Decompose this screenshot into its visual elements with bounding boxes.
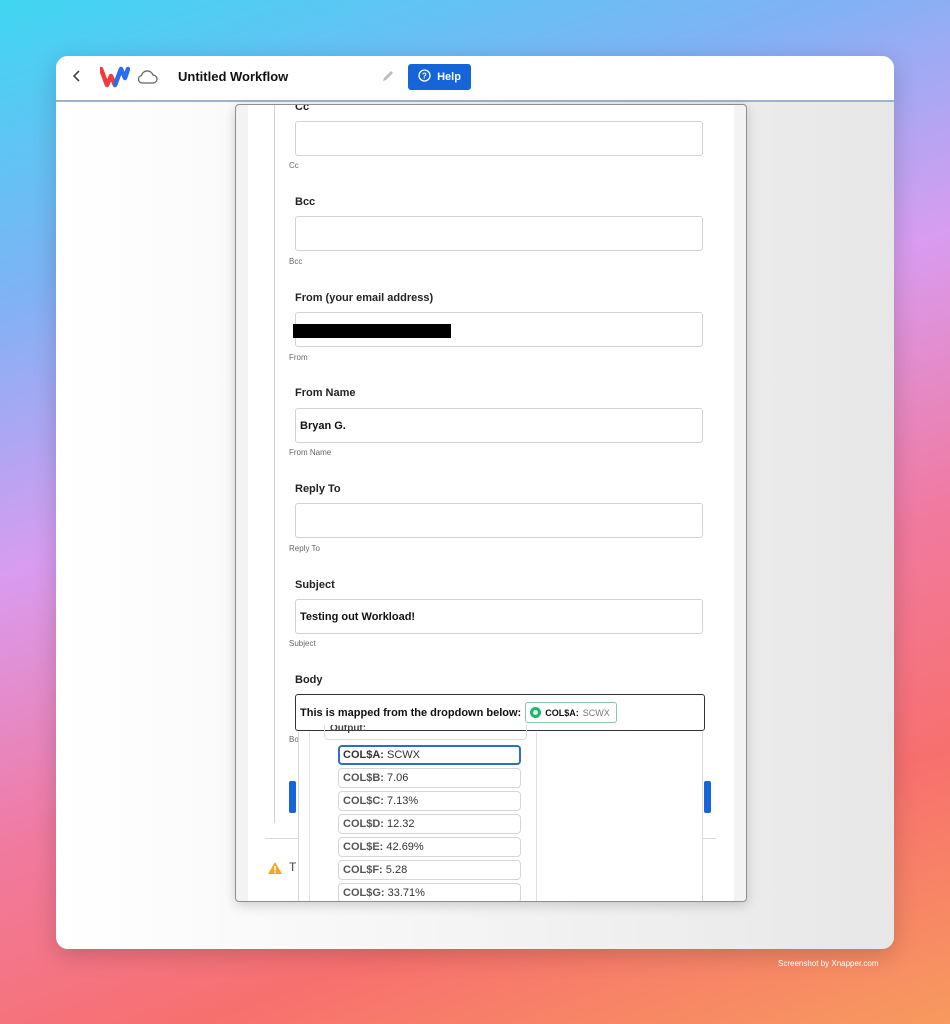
redacted-email-block: [293, 324, 451, 338]
screenshot-credit: Screenshot by Xnapper.com: [778, 959, 879, 968]
top-bar: Untitled Workflow ? Help: [56, 56, 894, 102]
option-value: 33.71%: [384, 887, 425, 899]
from-label: From (your email address): [295, 292, 434, 304]
from-name-label: From Name: [295, 387, 356, 399]
help-circle-icon: ?: [418, 69, 431, 85]
help-button-label: Help: [437, 71, 461, 83]
from-hint: From: [289, 353, 308, 362]
edit-pencil-icon[interactable]: [381, 69, 395, 83]
svg-text:?: ?: [422, 72, 427, 81]
body-label: Body: [295, 674, 323, 686]
dropdown-option[interactable]: COL$G: 33.71%: [338, 883, 521, 901]
output-label: Output:: [324, 725, 527, 740]
dropdown-option[interactable]: COL$B: 7.06: [338, 768, 521, 788]
cc-label: Cc: [295, 104, 310, 113]
dropdown-option[interactable]: COL$A: SCWX: [338, 745, 521, 765]
option-value: SCWX: [383, 749, 421, 761]
back-arrow-icon[interactable]: [72, 68, 88, 86]
option-key: COL$G:: [343, 887, 385, 899]
chip-key: COL$A:: [545, 707, 579, 718]
dropdown-column-divider: [536, 732, 537, 901]
cloud-save-icon: [136, 69, 158, 85]
dropdown-option[interactable]: COL$E: 42.69%: [338, 837, 521, 857]
subject-input[interactable]: Testing out Workload!: [295, 599, 703, 634]
workflow-title[interactable]: Untitled Workflow: [178, 69, 288, 84]
bcc-label: Bcc: [295, 196, 316, 208]
warning-icon: [267, 861, 283, 875]
data-source-icon: [530, 707, 542, 718]
body-text: This is mapped from the dropdown below:: [300, 706, 522, 719]
chip-value: SCWX: [582, 707, 610, 718]
subject-label: Subject: [295, 579, 335, 591]
reply-to-input[interactable]: [295, 503, 703, 538]
reply-to-hint: Reply To: [289, 544, 320, 553]
option-value: 7.13%: [383, 795, 419, 807]
from-name-hint: From Name: [289, 448, 332, 457]
option-key: COL$C:: [343, 795, 384, 807]
option-value: 12.32: [383, 818, 415, 830]
option-value: 42.69%: [383, 841, 424, 853]
panel-content: Cc Cc Bcc Bcc From (your email address) …: [248, 105, 734, 901]
dropdown-guide-line: [309, 732, 310, 901]
dropdown-option[interactable]: COL$C: 7.13%: [338, 791, 521, 811]
mapped-variable-chip[interactable]: COL$A: SCWX: [525, 702, 617, 723]
subject-hint: Subject: [289, 639, 316, 648]
save-button-left-edge[interactable]: [289, 781, 296, 813]
help-button[interactable]: ? Help: [408, 64, 471, 90]
option-key: COL$D:: [343, 818, 384, 830]
option-key: COL$E:: [343, 841, 384, 853]
option-value: 5.28: [382, 864, 408, 876]
workload-logo-icon[interactable]: [98, 66, 131, 88]
warning-text: T: [289, 860, 297, 874]
bcc-hint: Bcc: [289, 257, 303, 266]
step-connector-line: [274, 105, 275, 823]
reply-to-label: Reply To: [295, 483, 341, 495]
bcc-input[interactable]: [295, 216, 703, 251]
dropdown-option[interactable]: COL$F: 5.28: [338, 860, 521, 880]
option-key: COL$A:: [343, 749, 384, 761]
option-key: COL$B:: [343, 772, 384, 784]
cc-hint: Cc: [289, 161, 299, 170]
option-key: COL$F:: [343, 864, 383, 876]
save-button-right-edge[interactable]: [704, 781, 711, 813]
email-config-panel: Cc Cc Bcc Bcc From (your email address) …: [235, 104, 747, 902]
variable-dropdown: Output: COL$A: SCWX COL$B: 7.06 COL$C: 7.1…: [298, 725, 703, 901]
cc-input[interactable]: [295, 121, 703, 156]
from-name-input[interactable]: Bryan G.: [295, 408, 703, 443]
option-value: 7.06: [383, 772, 409, 784]
dropdown-option[interactable]: COL$D: 12.32: [338, 814, 521, 834]
